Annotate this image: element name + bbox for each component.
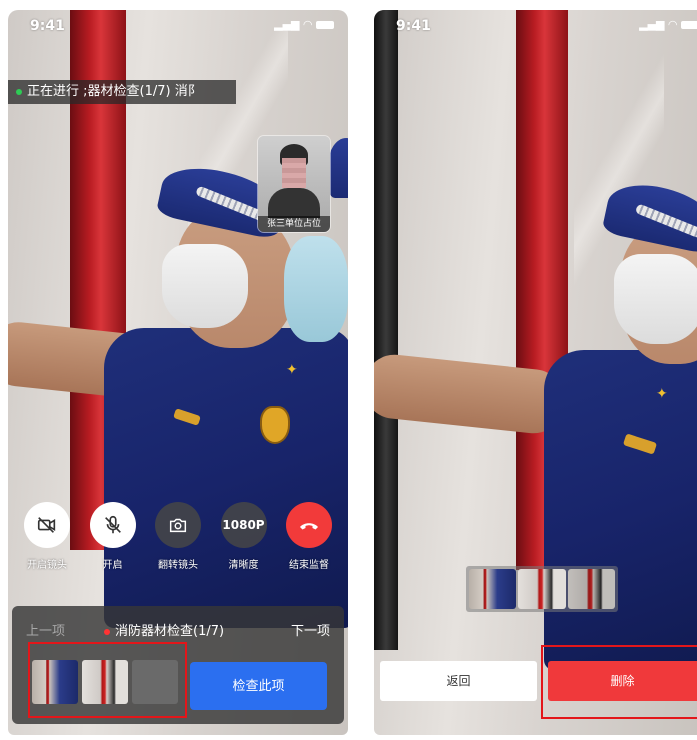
face-mask [162,244,248,328]
battery-icon [316,20,334,29]
blue-mask [284,236,348,342]
hang-up-button[interactable] [286,502,332,548]
next-item-button[interactable]: 下一项 [291,620,330,639]
flip-camera-label: 翻转镜头 [158,560,198,571]
signal-icon: ▂▄▆ [639,18,665,31]
thumbnail[interactable] [518,569,566,609]
current-item: 消防器材检查(1/7) [104,620,224,639]
camera-control-label: 开启镜头 [27,560,67,571]
mic-control-label: 开启 [102,560,123,571]
flip-camera-button[interactable] [155,502,201,548]
toggle-camera-control[interactable]: 开启镜头 [16,502,78,571]
flip-camera-control[interactable]: 翻转镜头 [147,502,209,571]
right-phone-screen: ✦ 9:41 ▂▄▆ ◠ [374,10,697,735]
collar-insignia: ✦ [286,362,298,378]
pip-body [268,188,320,218]
live-dot-icon [16,88,22,95]
left-phone-screen: ✦ 9:41 ▂▄▆ ◠ 正在进行 ;器材检查(1/7) 消阝 张三单位占位 开… [8,10,348,735]
thumbnail[interactable] [469,569,517,609]
check-item-button[interactable]: 检查此项 [190,662,327,710]
mic-off-icon [104,515,121,534]
resolution-button[interactable]: 1080P [220,502,267,548]
uniform-badge [260,406,290,444]
current-item-label: 消防器材检查(1/7) [115,624,225,639]
collar-insignia: ✦ [656,386,668,402]
uniform [544,350,697,670]
resolution-label: 清晰度 [228,560,259,571]
resolution-value: 1080P [222,518,265,532]
cap-second [328,138,348,198]
pip-face-blurred [282,158,306,188]
camera-off-button[interactable] [24,502,70,548]
battery-icon [681,20,697,29]
pip-video[interactable]: 张三单位占位 [258,136,330,232]
thumbnail[interactable] [567,569,615,609]
toggle-mic-control[interactable]: 开启 [82,502,144,571]
face-mask [614,254,697,344]
recording-dot-icon [104,628,110,635]
back-button[interactable]: 返回 [380,661,537,701]
camera-off-icon [37,517,56,533]
status-icons: ▂▄▆ ◠ [274,18,334,31]
wifi-icon: ◠ [668,18,677,31]
item-nav: 上一项 消防器材检查(1/7) 下一项 [12,620,344,640]
uniform [104,328,348,628]
flip-camera-icon [169,518,187,533]
end-supervision-label: 结束监督 [289,560,329,571]
prev-item-button[interactable]: 上一项 [26,620,65,639]
status-time: 9:41 [396,18,431,34]
status-icons: ▂▄▆ ◠ [639,18,697,31]
end-supervision-control[interactable]: 结束监督 [278,502,340,571]
resolution-control[interactable]: 1080P 清晰度 [213,502,275,571]
progress-banner: 正在进行 ;器材检查(1/7) 消阝 [8,80,236,104]
call-controls: 开启镜头 开启 翻转镜头 1080P 清晰度 结束监督 [8,502,348,571]
signal-icon: ▂▄▆ [274,18,300,31]
thumbnails-highlight [28,642,187,718]
capture-thumbnails-preview [466,566,618,612]
mic-off-button[interactable] [89,502,136,548]
wifi-icon: ◠ [303,18,312,31]
dark-pipe [374,10,398,650]
hang-up-icon [300,523,318,530]
delete-highlight [541,645,697,719]
progress-text: 正在进行 ;器材检查(1/7) 消阝 [27,84,201,99]
status-time: 9:41 [30,18,65,34]
pip-label: 张三单位占位 [258,216,330,232]
